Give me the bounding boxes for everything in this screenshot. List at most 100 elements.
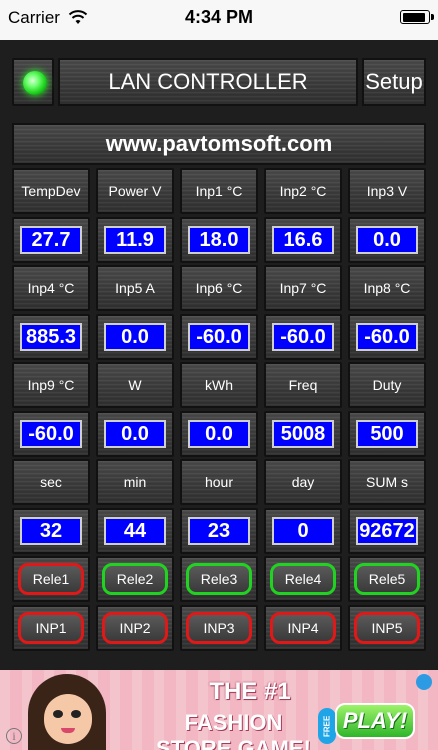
labels-row-3: Inp9 °C W kWh Freq Duty <box>12 362 426 408</box>
relay-1-button[interactable]: Rele1 <box>18 563 84 595</box>
value-cell: 0.0 <box>96 411 174 457</box>
value-power-v: 11.9 <box>104 226 166 254</box>
label-inp7: Inp7 °C <box>264 265 342 311</box>
value-day: 0 <box>272 517 334 545</box>
relay-5-button[interactable]: Rele5 <box>354 563 420 595</box>
value-tempdev: 27.7 <box>20 226 82 254</box>
ad-character-face <box>44 694 92 744</box>
label-sum-s: SUM s <box>348 459 426 505</box>
ad-choices-icon[interactable] <box>416 674 432 690</box>
label-inp8: Inp8 °C <box>348 265 426 311</box>
relay-cell: Rele3 <box>180 556 258 602</box>
value-cell: 0 <box>264 508 342 554</box>
value-inp3: 0.0 <box>356 226 418 254</box>
inp-3-indicator[interactable]: INP3 <box>186 612 252 644</box>
value-inp2: 16.6 <box>272 226 334 254</box>
value-cell: 0.0 <box>348 217 426 263</box>
status-time: 4:34 PM <box>184 7 254 27</box>
label-inp5: Inp5 A <box>96 265 174 311</box>
value-cell: 23 <box>180 508 258 554</box>
relay-cell: Rele5 <box>348 556 426 602</box>
value-cell: 16.6 <box>264 217 342 263</box>
relay-2-button[interactable]: Rele2 <box>102 563 168 595</box>
label-inp4: Inp4 °C <box>12 265 90 311</box>
setup-button[interactable]: Setup <box>362 58 426 106</box>
label-inp1: Inp1 °C <box>180 168 258 214</box>
inp-5-indicator[interactable]: INP5 <box>354 612 420 644</box>
value-kwh: 0.0 <box>188 420 250 448</box>
value-freq: 5008 <box>272 420 334 448</box>
label-tempdev: TempDev <box>12 168 90 214</box>
label-min: min <box>96 459 174 505</box>
label-day: day <box>264 459 342 505</box>
value-min: 44 <box>104 517 166 545</box>
label-hour: hour <box>180 459 258 505</box>
status-led-icon <box>23 71 47 95</box>
value-hour: 23 <box>188 517 250 545</box>
relay-cell: Rele1 <box>12 556 90 602</box>
value-cell: 92672 <box>348 508 426 554</box>
label-inp3: Inp3 V <box>348 168 426 214</box>
ad-character-eye <box>53 710 63 718</box>
value-cell: 11.9 <box>96 217 174 263</box>
input-cell: INP2 <box>96 605 174 651</box>
input-cell: INP5 <box>348 605 426 651</box>
value-cell: 18.0 <box>180 217 258 263</box>
relay-4-button[interactable]: Rele4 <box>270 563 336 595</box>
input-cell: INP4 <box>264 605 342 651</box>
battery-level <box>402 12 425 22</box>
value-sum-s: 92672 <box>356 517 418 545</box>
inp-2-indicator[interactable]: INP2 <box>102 612 168 644</box>
status-led-box <box>12 58 54 106</box>
relay-cell: Rele4 <box>264 556 342 602</box>
labels-row-2: Inp4 °C Inp5 A Inp6 °C Inp7 °C Inp8 °C <box>12 265 426 311</box>
value-cell: -60.0 <box>348 314 426 360</box>
relay-3-button[interactable]: Rele3 <box>186 563 252 595</box>
value-cell: 44 <box>96 508 174 554</box>
values-row-4: 32 44 23 0 92672 <box>12 508 426 554</box>
value-inp9: -60.0 <box>20 420 82 448</box>
value-cell: 0.0 <box>180 411 258 457</box>
value-cell: -60.0 <box>180 314 258 360</box>
label-power-v: Power V <box>96 168 174 214</box>
input-cell: INP1 <box>12 605 90 651</box>
values-row-2: 885.3 0.0 -60.0 -60.0 -60.0 <box>12 314 426 360</box>
value-cell: 500 <box>348 411 426 457</box>
ad-character-eye <box>71 710 81 718</box>
battery-icon <box>400 10 434 24</box>
value-inp1: 18.0 <box>188 226 250 254</box>
url-label[interactable]: www.pavtomsoft.com <box>12 123 426 165</box>
ad-banner[interactable]: i THE #1 FASHION STORE GAME! FREE PLAY! <box>0 670 438 750</box>
inp-1-indicator[interactable]: INP1 <box>18 612 84 644</box>
value-cell: 5008 <box>264 411 342 457</box>
ad-headline: THE #1 <box>209 678 291 705</box>
value-inp5: 0.0 <box>104 323 166 351</box>
value-cell: 27.7 <box>12 217 90 263</box>
value-cell: -60.0 <box>12 411 90 457</box>
value-cell: 885.3 <box>12 314 90 360</box>
value-cell: -60.0 <box>264 314 342 360</box>
value-inp4: 885.3 <box>20 323 82 351</box>
labels-row-1: TempDev Power V Inp1 °C Inp2 °C Inp3 V <box>12 168 426 214</box>
status-bar: Carrier 4:34 PM <box>0 0 438 40</box>
input-cell: INP3 <box>180 605 258 651</box>
ad-subheadline: FASHION STORE GAME! <box>156 710 311 750</box>
label-w: W <box>96 362 174 408</box>
label-inp2: Inp2 °C <box>264 168 342 214</box>
header: LAN CONTROLLER Setup <box>12 58 426 106</box>
values-row-1: 27.7 11.9 18.0 16.6 0.0 <box>12 217 426 263</box>
inp-4-indicator[interactable]: INP4 <box>270 612 336 644</box>
ad-info-icon[interactable]: i <box>6 728 22 744</box>
value-sec: 32 <box>20 517 82 545</box>
value-cell: 32 <box>12 508 90 554</box>
relay-row: Rele1 Rele2 Rele3 Rele4 Rele5 <box>12 556 426 602</box>
app-screen: LAN CONTROLLER Setup www.pavtomsoft.com … <box>0 40 438 670</box>
ad-play-button[interactable]: PLAY! <box>335 703 415 739</box>
label-inp9: Inp9 °C <box>12 362 90 408</box>
relay-cell: Rele2 <box>96 556 174 602</box>
ad-free-badge: FREE <box>318 708 336 744</box>
label-inp6: Inp6 °C <box>180 265 258 311</box>
input-row: INP1 INP2 INP3 INP4 INP5 <box>12 605 426 651</box>
value-inp6: -60.0 <box>188 323 250 351</box>
values-row-3: -60.0 0.0 0.0 5008 500 <box>12 411 426 457</box>
